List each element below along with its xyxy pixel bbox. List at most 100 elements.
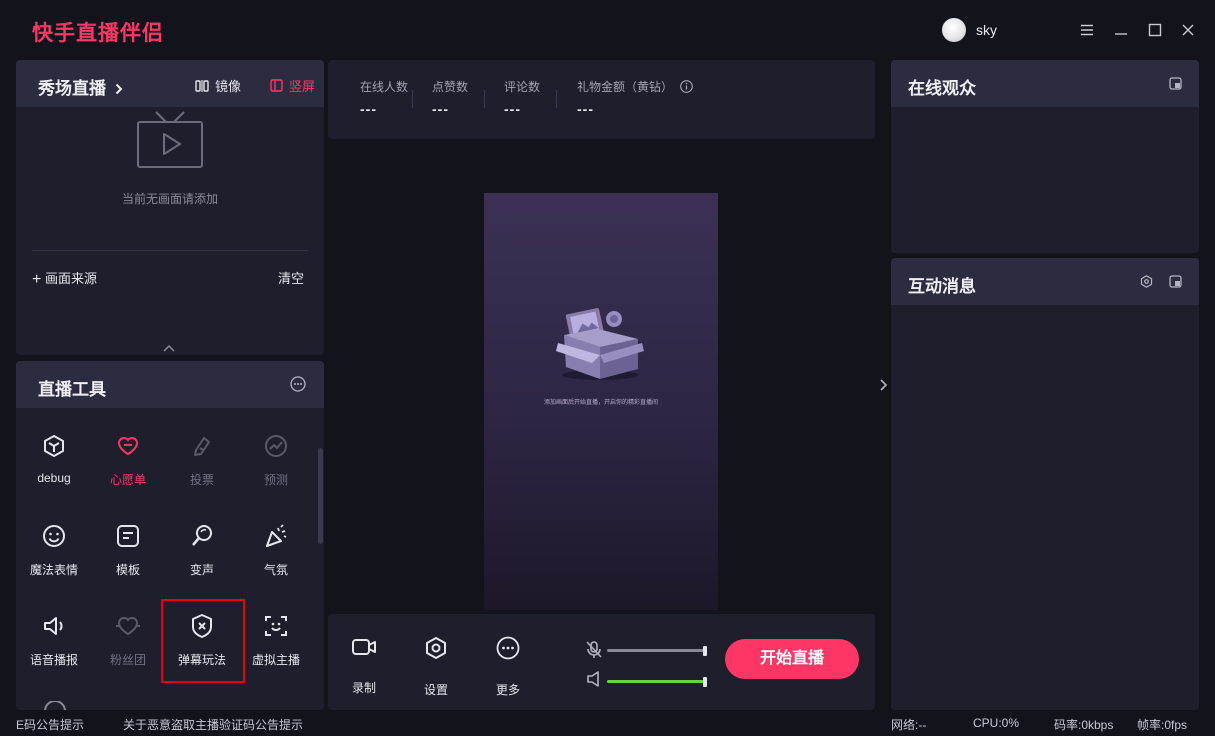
framerate-status: 帧率:0fps bbox=[1137, 718, 1188, 732]
scene-title[interactable]: 秀场直播 bbox=[38, 74, 123, 99]
bitrate-status: 码率:0kbps bbox=[1054, 718, 1114, 732]
tools-title: 直播工具 bbox=[38, 380, 106, 399]
tool-label: 模板 bbox=[115, 563, 140, 577]
info-icon[interactable] bbox=[680, 80, 694, 93]
maximize-icon[interactable] bbox=[1145, 20, 1165, 40]
stat-label-text: 礼物金额（黄钻） bbox=[577, 80, 674, 94]
more-label: 更多 bbox=[495, 683, 520, 697]
divider bbox=[412, 90, 413, 108]
username: sky bbox=[976, 22, 997, 38]
plus-icon: + bbox=[32, 271, 42, 288]
tool-label: 魔法表情 bbox=[29, 563, 78, 577]
divider bbox=[556, 90, 557, 108]
box-illustration bbox=[556, 308, 644, 380]
messages-panel: 互动消息 bbox=[891, 258, 1199, 710]
control-bar: 录制 设置 更多 开始直播 bbox=[328, 614, 875, 710]
more-button[interactable]: 更多 bbox=[488, 636, 528, 698]
tool-label: 预测 bbox=[263, 473, 288, 487]
stat-value: --- bbox=[577, 101, 594, 117]
tool-label: 粉丝团 bbox=[109, 653, 146, 667]
tool-virtual-host[interactable]: 虚拟主播 bbox=[239, 613, 313, 693]
stat-likes: 点赞数 --- bbox=[432, 78, 468, 117]
highlight-box bbox=[161, 599, 245, 683]
stat-comments: 评论数 --- bbox=[504, 78, 540, 117]
tools-panel-header: 直播工具 bbox=[16, 361, 324, 408]
stat-label: 点赞数 bbox=[432, 80, 469, 94]
stat-label: 礼物金额（黄钻） bbox=[577, 78, 694, 95]
orientation-button[interactable]: 竖屏 bbox=[270, 76, 315, 95]
tool-label: 心愿单 bbox=[109, 473, 146, 487]
speaker-icon[interactable] bbox=[586, 670, 602, 688]
mirror-button[interactable]: 镜像 bbox=[195, 76, 241, 95]
tools-scrollbar[interactable] bbox=[318, 448, 323, 544]
gear-icon bbox=[426, 637, 446, 659]
chevron-right-icon bbox=[115, 83, 123, 95]
vote-icon bbox=[194, 437, 210, 456]
title-bar: 快手直播伴侣 sky bbox=[0, 0, 1215, 60]
mic-volume-knob[interactable] bbox=[703, 646, 707, 656]
popout-icon[interactable] bbox=[1169, 77, 1182, 90]
settings-button[interactable]: 设置 bbox=[416, 636, 456, 698]
preview-canvas[interactable]: 添加画面后开始直播，开启你的精彩直播间 bbox=[484, 193, 718, 610]
tool-label: 变声 bbox=[189, 563, 214, 577]
tool-wishlist[interactable]: 心愿单 bbox=[91, 433, 165, 513]
popout-icon[interactable] bbox=[1169, 275, 1182, 288]
record-label: 录制 bbox=[351, 681, 376, 695]
stat-label: 在线人数 bbox=[360, 80, 409, 94]
menu-icon[interactable] bbox=[1077, 20, 1097, 40]
tool-voice-broadcast[interactable]: 语音播报 bbox=[17, 613, 91, 693]
tv-icon bbox=[137, 111, 203, 168]
notice-link[interactable]: E码公告提示 bbox=[16, 716, 84, 733]
tool-fan-club[interactable]: 粉丝团 bbox=[91, 613, 165, 693]
voice-change-icon bbox=[192, 525, 212, 546]
stat-value: --- bbox=[360, 101, 377, 117]
tool-magic-emoji[interactable]: 魔法表情 bbox=[17, 523, 91, 603]
close-icon[interactable] bbox=[1178, 20, 1198, 40]
mirror-label: 镜像 bbox=[215, 79, 242, 94]
tool-label: 投票 bbox=[189, 473, 214, 487]
stat-label: 评论数 bbox=[504, 80, 541, 94]
record-button[interactable]: 录制 bbox=[344, 636, 384, 696]
cpu-status: CPU:0% bbox=[973, 716, 1020, 730]
gear-icon[interactable] bbox=[1140, 275, 1153, 288]
divider bbox=[32, 250, 308, 251]
tool-label: 语音播报 bbox=[29, 653, 78, 667]
divider bbox=[484, 90, 485, 108]
chevron-right-icon[interactable] bbox=[878, 378, 888, 397]
avatar[interactable] bbox=[942, 18, 966, 42]
more-icon bbox=[496, 636, 520, 660]
add-source-label: 画面来源 bbox=[44, 271, 97, 286]
tool-vote[interactable]: 投票 bbox=[165, 433, 239, 513]
speaker-volume-knob[interactable] bbox=[703, 677, 707, 687]
tool-atmosphere[interactable]: 气氛 bbox=[239, 523, 313, 603]
start-live-button[interactable]: 开始直播 bbox=[725, 639, 859, 679]
tool-debug[interactable]: debug bbox=[17, 433, 91, 513]
mirror-icon bbox=[195, 79, 209, 92]
fan-heart-icon bbox=[116, 617, 140, 636]
minimize-icon[interactable] bbox=[1111, 20, 1131, 40]
app-title: 快手直播伴侣 bbox=[32, 22, 164, 45]
cube-icon bbox=[44, 435, 64, 457]
messages-panel-header: 互动消息 bbox=[891, 258, 1199, 305]
scene-panel: 秀场直播 镜像 竖屏 当前无画面请添加 + 画面来源 清空 bbox=[16, 60, 324, 355]
speaker-icon bbox=[44, 617, 63, 635]
tool-predict[interactable]: 预测 bbox=[239, 433, 313, 513]
smile-icon bbox=[43, 525, 65, 547]
portrait-icon bbox=[270, 79, 283, 92]
speaker-volume-fill bbox=[607, 680, 707, 683]
user-profile[interactable]: sky bbox=[942, 18, 997, 42]
tool-template[interactable]: 模板 bbox=[91, 523, 165, 603]
add-source-button[interactable]: + 画面来源 bbox=[32, 268, 97, 289]
chevron-up-icon[interactable] bbox=[162, 344, 176, 352]
mic-muted-icon[interactable] bbox=[585, 640, 603, 660]
video-camera-icon bbox=[352, 639, 376, 655]
clear-button[interactable]: 清空 bbox=[278, 268, 304, 287]
notice-link[interactable]: 关于恶意盗取主播验证码公告提示 bbox=[123, 716, 303, 733]
template-icon bbox=[117, 525, 139, 547]
heart-icon bbox=[117, 437, 139, 456]
orientation-label: 竖屏 bbox=[289, 79, 316, 94]
stat-online: 在线人数 --- bbox=[360, 78, 408, 117]
tool-voice-change[interactable]: 变声 bbox=[165, 523, 239, 603]
more-options-icon[interactable] bbox=[290, 376, 306, 392]
face-scan-icon bbox=[265, 616, 287, 636]
